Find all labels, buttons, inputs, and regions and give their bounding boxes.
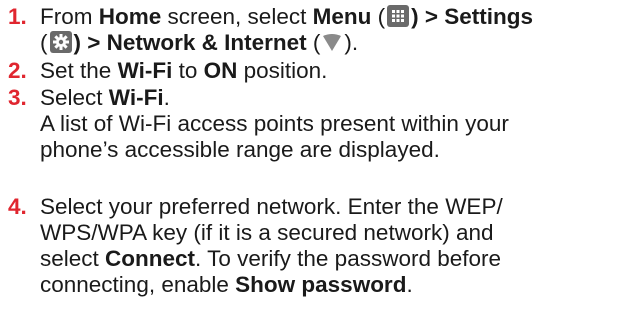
- menu-grid-icon: [387, 5, 410, 27]
- text: .: [163, 85, 170, 110]
- home-label: Home: [98, 4, 162, 29]
- text: screen, select: [161, 4, 313, 29]
- step-number: 1.: [8, 4, 27, 29]
- step-number: 4.: [8, 194, 27, 219]
- wifi-signal-icon: [322, 32, 342, 51]
- text: .: [406, 272, 413, 297]
- text: ) >: [73, 30, 107, 55]
- step-text: Select your preferred network. Enter the…: [40, 194, 622, 298]
- text: . To verify the password before: [195, 246, 502, 271]
- show-password-label: Show password: [235, 272, 407, 297]
- connect-label: Connect: [105, 246, 196, 271]
- step-line: Select Wi-Fi.: [40, 85, 622, 111]
- text: (: [306, 30, 321, 55]
- menu-label: Menu: [312, 4, 372, 29]
- text: ).: [344, 30, 359, 55]
- step-text: Set the Wi-Fi to ON position.: [40, 58, 622, 84]
- step-line: Set the Wi-Fi to ON position.: [40, 58, 622, 84]
- text: Set the: [40, 58, 118, 83]
- step-line: connecting, enable Show password.: [40, 272, 622, 298]
- step-description: phone’s accessible range are displayed.: [40, 137, 440, 162]
- step-line: WPS/WPA key (if it is a secured network)…: [40, 220, 494, 245]
- step-3: 3. Select Wi-Fi. A list of Wi-Fi access …: [8, 85, 622, 163]
- step-text: From Home screen, select Menu ( ) > Setti…: [40, 4, 622, 56]
- text: From: [40, 4, 99, 29]
- settings-gear-icon: [49, 31, 72, 53]
- step-1: 1. From Home screen, select Menu ( ) > Se…: [8, 4, 622, 56]
- text: to: [172, 58, 204, 83]
- step-line: From Home screen, select Menu ( ) > Setti…: [40, 4, 622, 30]
- wifi-label: Wi-Fi: [117, 58, 173, 83]
- step-line: Select your preferred network. Enter the…: [40, 194, 503, 219]
- text: select: [40, 246, 106, 271]
- text: position.: [237, 58, 328, 83]
- step-line: select Connect. To verify the password b…: [40, 246, 622, 272]
- instruction-steps: 1. From Home screen, select Menu ( ) > Se…: [0, 0, 628, 313]
- text: connecting, enable: [40, 272, 236, 297]
- wifi-label: Wi-Fi: [108, 85, 164, 110]
- settings-label: ) > Settings: [411, 4, 533, 29]
- on-label: ON: [203, 58, 238, 83]
- text: Select: [40, 85, 109, 110]
- text: (: [371, 4, 386, 29]
- step-description: A list of Wi-Fi access points present wi…: [40, 111, 509, 136]
- step-2: 2. Set the Wi-Fi to ON position.: [8, 58, 622, 84]
- network-internet-label: Network & Internet: [106, 30, 307, 55]
- text: (: [40, 30, 48, 55]
- step-line: ( ) > Network & Internet ().: [40, 30, 622, 56]
- step-4: 4. Select your preferred network. Enter …: [8, 194, 622, 298]
- step-text: Select Wi-Fi. A list of Wi-Fi access poi…: [40, 85, 622, 163]
- step-number: 2.: [8, 58, 27, 83]
- step-number: 3.: [8, 85, 27, 110]
